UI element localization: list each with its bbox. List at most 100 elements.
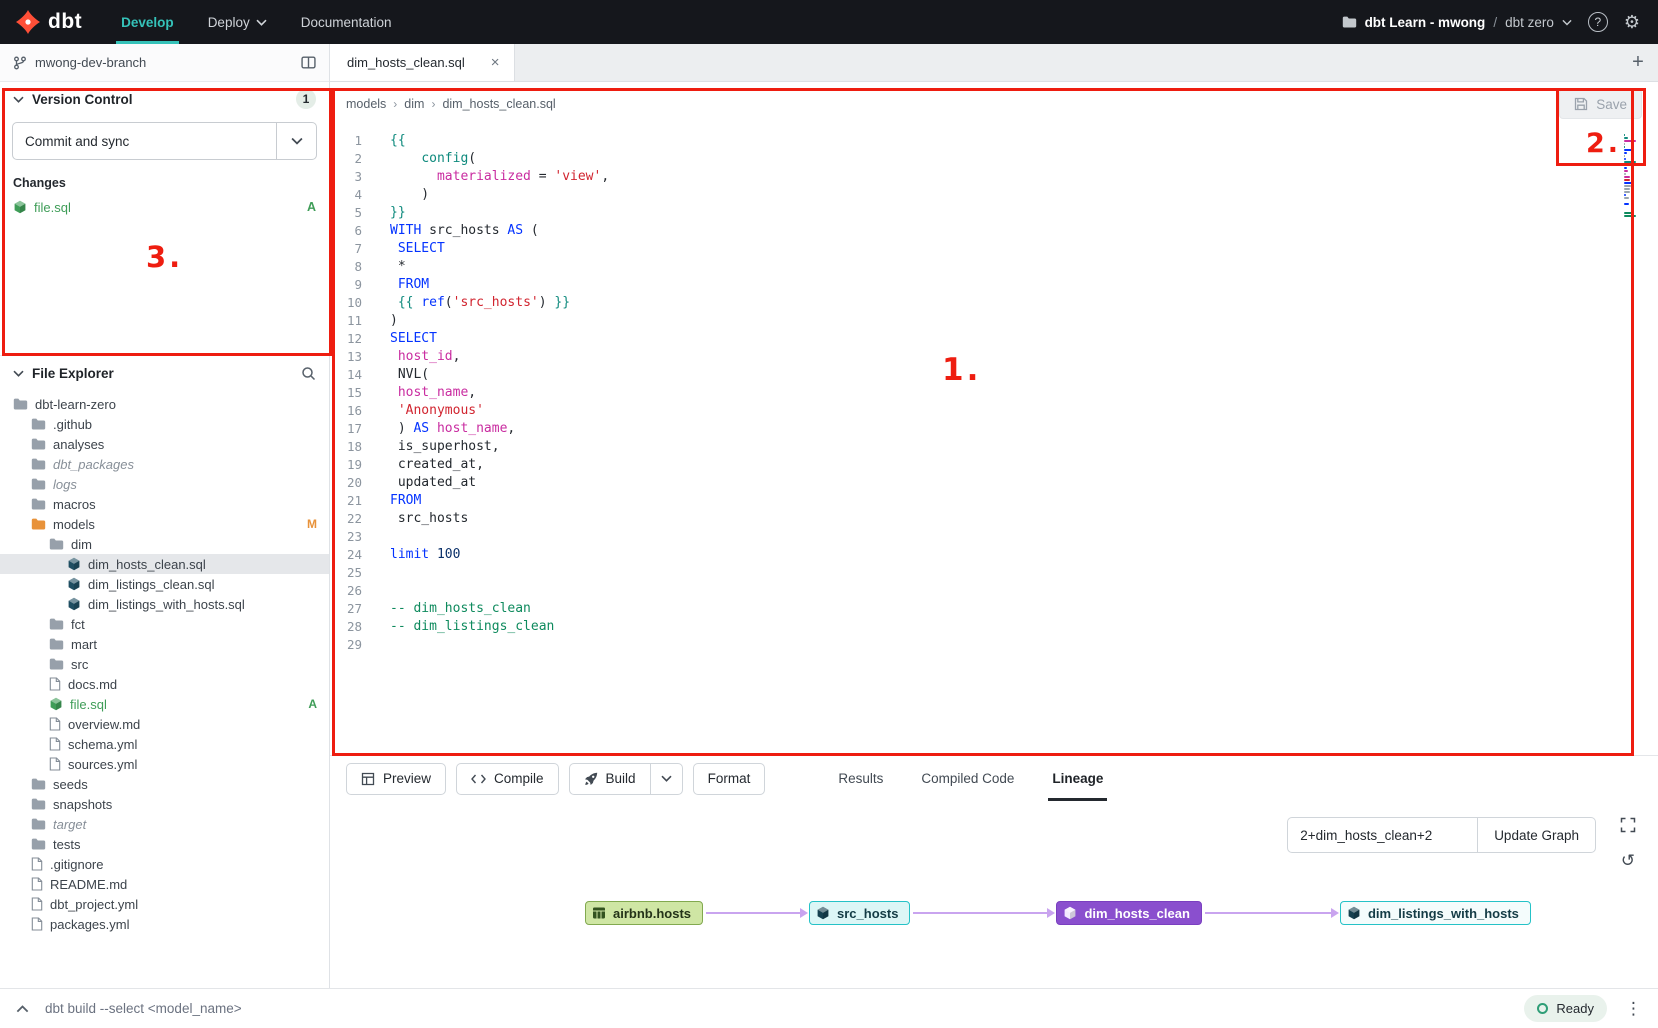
code-line-15[interactable]: 15 host_name, bbox=[330, 384, 1658, 402]
code-line-12[interactable]: 12SELECT bbox=[330, 330, 1658, 348]
code-line-19[interactable]: 19 created_at, bbox=[330, 456, 1658, 474]
compile-button[interactable]: Compile bbox=[456, 763, 559, 795]
nav-item-deploy[interactable]: Deploy bbox=[191, 0, 284, 44]
code-editor[interactable]: 1{{2 config(3 materialized = 'view',4 )5… bbox=[330, 126, 1658, 755]
code-line-7[interactable]: 7 SELECT bbox=[330, 240, 1658, 258]
code-line-22[interactable]: 22 src_hosts bbox=[330, 510, 1658, 528]
chevron-up-icon[interactable] bbox=[16, 1005, 29, 1013]
build-button[interactable]: Build bbox=[569, 763, 650, 795]
tree-folder-analyses[interactable]: analyses bbox=[0, 434, 329, 454]
tree-folder-dbt-learn-zero[interactable]: dbt-learn-zero bbox=[0, 394, 329, 414]
code-line-14[interactable]: 14 NVL( bbox=[330, 366, 1658, 384]
preview-button[interactable]: Preview bbox=[346, 763, 446, 795]
code-line-10[interactable]: 10 {{ ref('src_hosts') }} bbox=[330, 294, 1658, 312]
code-line-28[interactable]: 28-- dim_listings_clean bbox=[330, 618, 1658, 636]
tree-folder-models[interactable]: modelsM bbox=[0, 514, 329, 534]
tree-file-README.md[interactable]: README.md bbox=[0, 874, 329, 894]
reset-view-icon[interactable]: ↺ bbox=[1616, 849, 1640, 873]
code-line-13[interactable]: 13 host_id, bbox=[330, 348, 1658, 366]
update-graph-button[interactable]: Update Graph bbox=[1477, 817, 1596, 853]
search-icon[interactable] bbox=[301, 366, 316, 381]
nav-item-documentation[interactable]: Documentation bbox=[284, 0, 409, 44]
build-options-button[interactable] bbox=[650, 763, 683, 795]
tree-file-dim_listings_with_hosts.sql[interactable]: dim_listings_with_hosts.sql bbox=[0, 594, 329, 614]
file-explorer-header[interactable]: File Explorer bbox=[0, 356, 329, 390]
tree-file-overview.md[interactable]: overview.md bbox=[0, 714, 329, 734]
tree-folder-mart[interactable]: mart bbox=[0, 634, 329, 654]
lineage-node-airbnb-hosts[interactable]: airbnb.hosts bbox=[585, 901, 703, 925]
tree-folder-seeds[interactable]: seeds bbox=[0, 774, 329, 794]
minimap[interactable] bbox=[1624, 134, 1640, 221]
help-button[interactable]: ? bbox=[1588, 12, 1608, 32]
code-line-24[interactable]: 24limit 100 bbox=[330, 546, 1658, 564]
tab-compiled-code[interactable]: Compiled Code bbox=[902, 756, 1033, 801]
folder-icon bbox=[31, 838, 46, 850]
tree-folder-target[interactable]: target bbox=[0, 814, 329, 834]
tree-file-.gitignore[interactable]: .gitignore bbox=[0, 854, 329, 874]
tree-file-docs.md[interactable]: docs.md bbox=[0, 674, 329, 694]
tree-file-sources.yml[interactable]: sources.yml bbox=[0, 754, 329, 774]
save-button[interactable]: Save bbox=[1559, 89, 1642, 119]
close-icon[interactable]: × bbox=[491, 54, 500, 71]
breadcrumb-item-dim_hosts_clean.sql[interactable]: dim_hosts_clean.sql bbox=[442, 97, 555, 111]
dbt-logo[interactable]: dbt bbox=[0, 10, 104, 34]
version-control-header[interactable]: Version Control 1 bbox=[0, 82, 329, 116]
code-line-20[interactable]: 20 updated_at bbox=[330, 474, 1658, 492]
code-line-4[interactable]: 4 ) bbox=[330, 186, 1658, 204]
kebab-menu-icon[interactable]: ⋮ bbox=[1625, 1000, 1642, 1017]
tree-folder-.github[interactable]: .github bbox=[0, 414, 329, 434]
tree-folder-logs[interactable]: logs bbox=[0, 474, 329, 494]
tab-results[interactable]: Results bbox=[819, 756, 902, 801]
code-line-29[interactable]: 29 bbox=[330, 636, 1658, 654]
lineage-node-src_hosts[interactable]: src_hosts bbox=[809, 901, 910, 925]
code-line-21[interactable]: 21FROM bbox=[330, 492, 1658, 510]
tree-file-dim_listings_clean.sql[interactable]: dim_listings_clean.sql bbox=[0, 574, 329, 594]
code-line-27[interactable]: 27-- dim_hosts_clean bbox=[330, 600, 1658, 618]
settings-gear-icon[interactable]: ⚙ bbox=[1624, 13, 1640, 31]
code-line-26[interactable]: 26 bbox=[330, 582, 1658, 600]
breadcrumb-item-models[interactable]: models bbox=[346, 97, 386, 111]
code-line-16[interactable]: 16 'Anonymous' bbox=[330, 402, 1658, 420]
nav-item-develop[interactable]: Develop bbox=[104, 0, 191, 44]
tree-folder-fct[interactable]: fct bbox=[0, 614, 329, 634]
tab-dim-hosts-clean[interactable]: dim_hosts_clean.sql × bbox=[330, 44, 515, 81]
changed-file-file.sql[interactable]: file.sqlA bbox=[0, 196, 329, 218]
project-selector[interactable]: dbt Learn - mwong / dbt zero bbox=[1342, 15, 1572, 30]
code-line-5[interactable]: 5}} bbox=[330, 204, 1658, 222]
lineage-node-dim_listings_with_hosts[interactable]: dim_listings_with_hosts bbox=[1340, 901, 1531, 925]
code-line-8[interactable]: 8 * bbox=[330, 258, 1658, 276]
code-line-2[interactable]: 2 config( bbox=[330, 150, 1658, 168]
tree-file-packages.yml[interactable]: packages.yml bbox=[0, 914, 329, 934]
code-line-9[interactable]: 9 FROM bbox=[330, 276, 1658, 294]
fullscreen-icon[interactable] bbox=[1616, 813, 1640, 837]
lineage-node-dim_hosts_clean[interactable]: dim_hosts_clean bbox=[1056, 901, 1202, 925]
command-input[interactable]: dbt build --select <model_name> bbox=[45, 1001, 242, 1016]
code-line-1[interactable]: 1{{ bbox=[330, 132, 1658, 150]
code-line-17[interactable]: 17 ) AS host_name, bbox=[330, 420, 1658, 438]
tree-file-dim_hosts_clean.sql[interactable]: dim_hosts_clean.sql bbox=[0, 554, 329, 574]
tree-folder-src[interactable]: src bbox=[0, 654, 329, 674]
tree-file-dbt_project.yml[interactable]: dbt_project.yml bbox=[0, 894, 329, 914]
commit-options-button[interactable] bbox=[276, 123, 316, 159]
split-panes-icon[interactable] bbox=[301, 56, 316, 69]
code-line-23[interactable]: 23 bbox=[330, 528, 1658, 546]
tree-folder-macros[interactable]: macros bbox=[0, 494, 329, 514]
format-button[interactable]: Format bbox=[693, 763, 766, 795]
new-tab-button[interactable]: + bbox=[1618, 44, 1658, 81]
code-line-18[interactable]: 18 is_superhost, bbox=[330, 438, 1658, 456]
tree-folder-tests[interactable]: tests bbox=[0, 834, 329, 854]
tree-folder-snapshots[interactable]: snapshots bbox=[0, 794, 329, 814]
code-line-3[interactable]: 3 materialized = 'view', bbox=[330, 168, 1658, 186]
tree-file-schema.yml[interactable]: schema.yml bbox=[0, 734, 329, 754]
tree-folder-dim[interactable]: dim bbox=[0, 534, 329, 554]
git-branch-bar[interactable]: mwong-dev-branch bbox=[0, 44, 329, 82]
tree-file-file.sql[interactable]: file.sqlA bbox=[0, 694, 329, 714]
code-line-25[interactable]: 25 bbox=[330, 564, 1658, 582]
tab-lineage[interactable]: Lineage bbox=[1033, 756, 1122, 801]
tree-folder-dbt_packages[interactable]: dbt_packages bbox=[0, 454, 329, 474]
commit-and-sync-button[interactable]: Commit and sync bbox=[12, 122, 317, 160]
breadcrumb-item-dim[interactable]: dim bbox=[404, 97, 424, 111]
code-line-11[interactable]: 11) bbox=[330, 312, 1658, 330]
code-line-6[interactable]: 6WITH src_hosts AS ( bbox=[330, 222, 1658, 240]
lineage-selector-input[interactable] bbox=[1287, 817, 1477, 853]
